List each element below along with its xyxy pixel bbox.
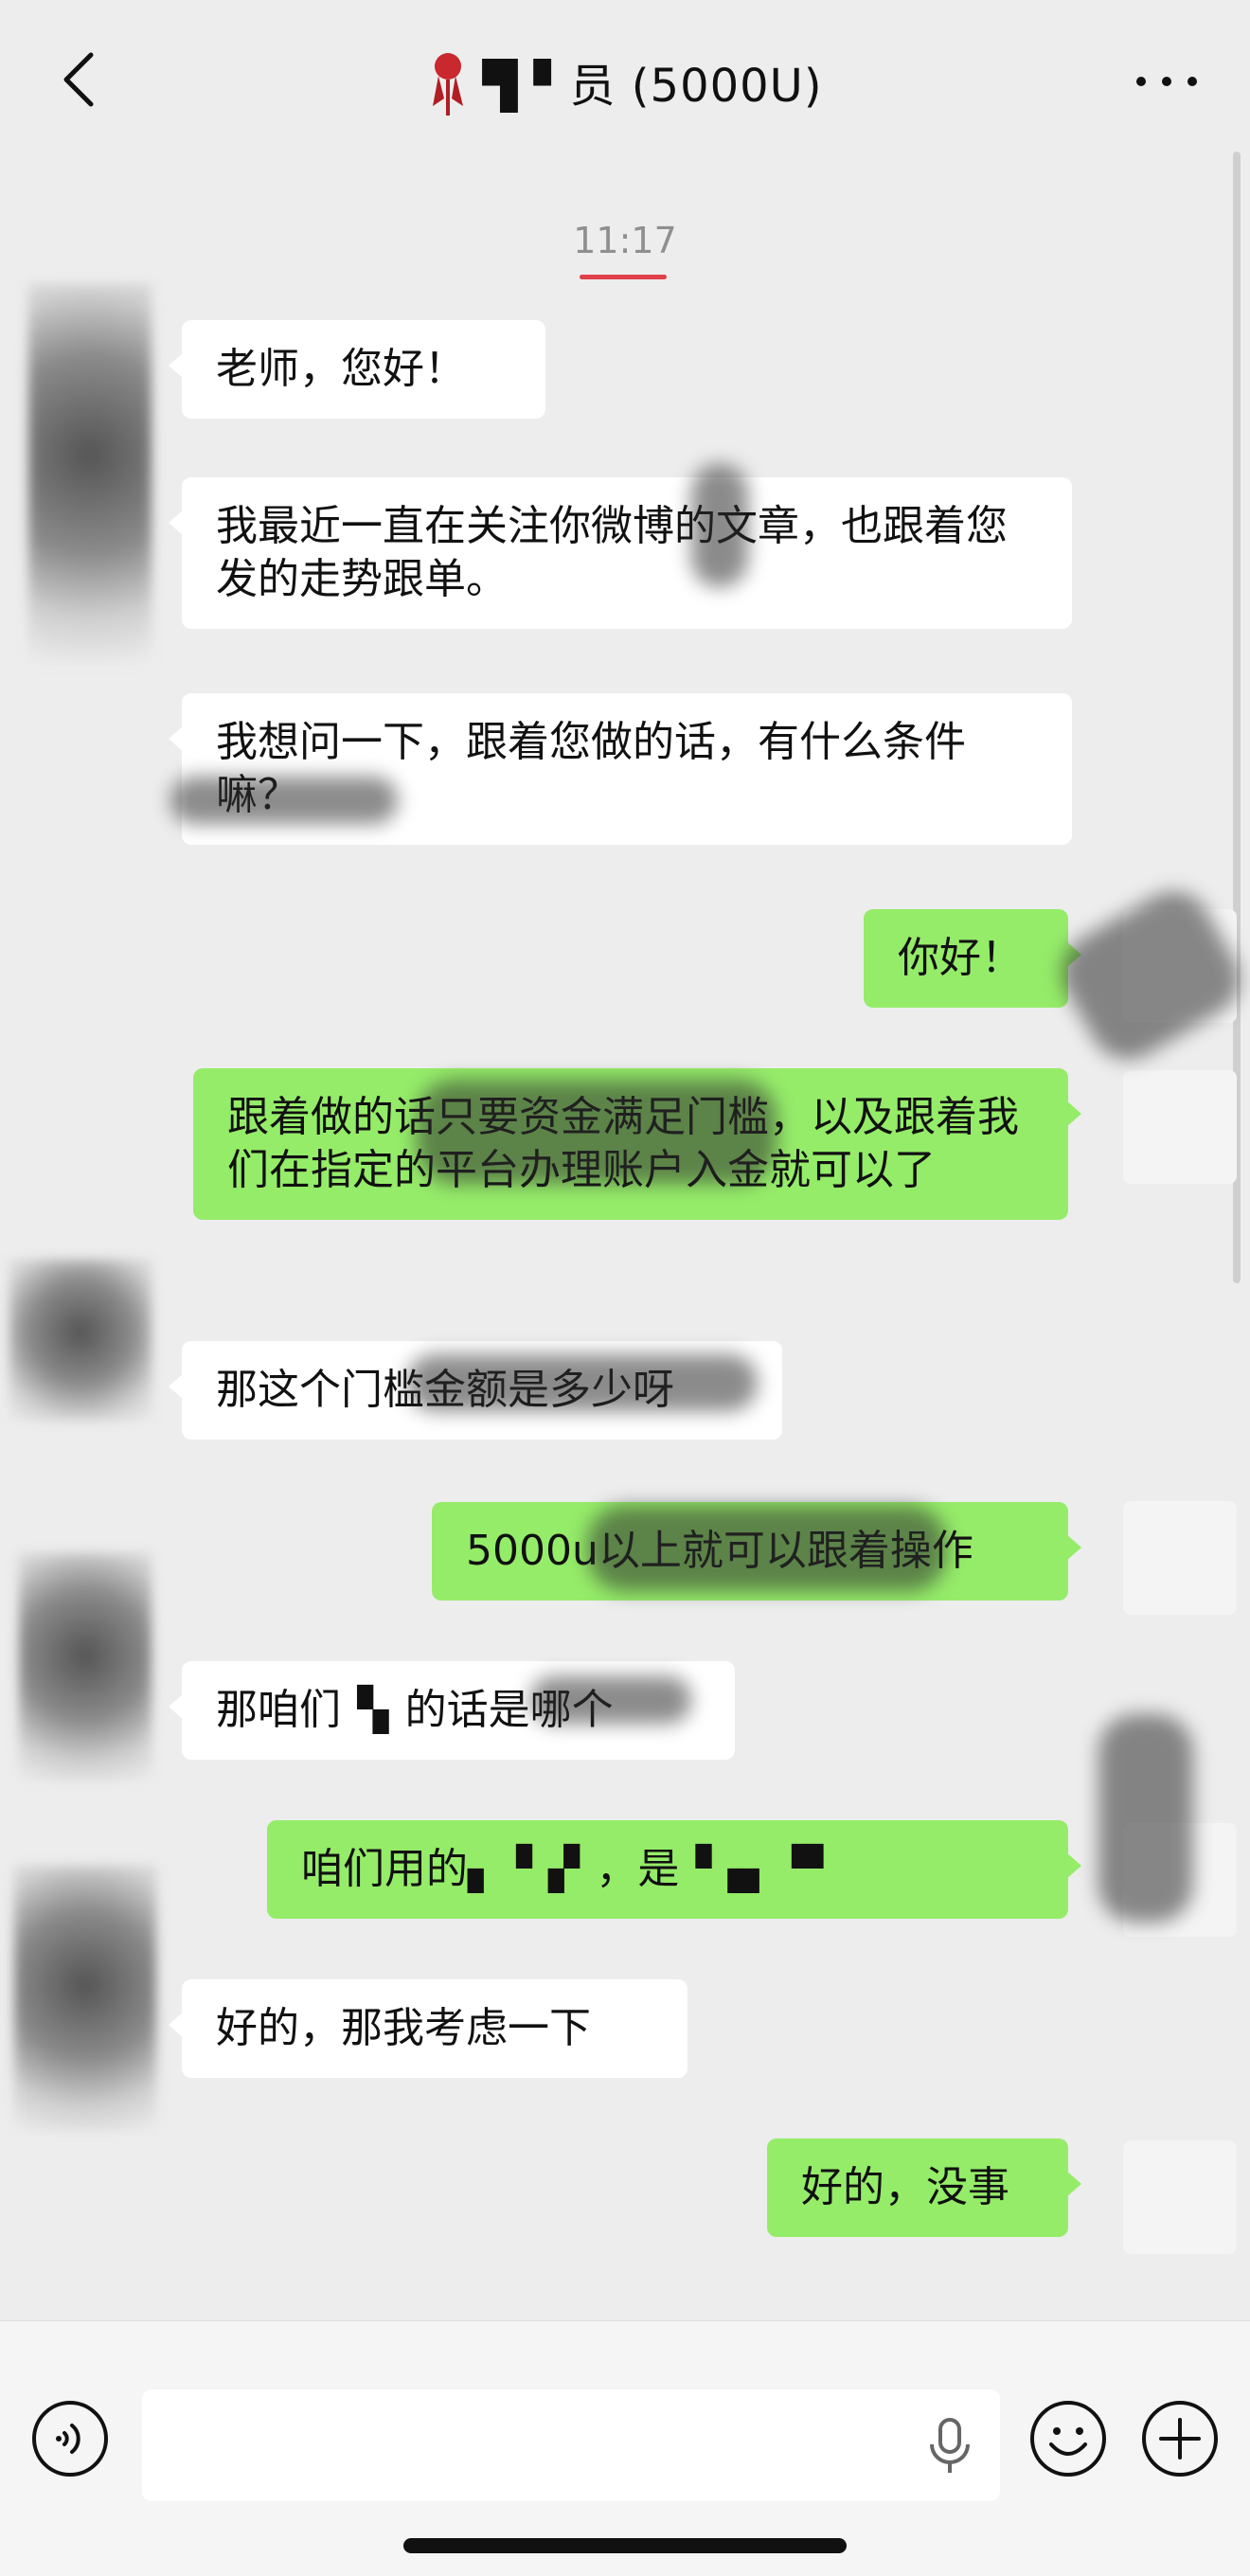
user-avatar[interactable] [1123, 1070, 1237, 1184]
redaction-smudge [170, 777, 398, 824]
contact-avatar[interactable] [28, 284, 152, 663]
user-avatar[interactable] [1123, 1501, 1237, 1615]
message-bubble-received[interactable]: 好的，那我考虑一下 [169, 1979, 688, 2078]
redaction-smudge [417, 1080, 777, 1184]
chat-header: ▜ ▘员 (5000U) [0, 0, 1250, 152]
timestamp-underline [580, 275, 667, 279]
chat-title: ▜ ▘员 (5000U) [482, 60, 823, 113]
microphone-icon[interactable] [924, 2416, 975, 2477]
message-bubble-received[interactable]: 我最近一直在关注你微博的文章，也跟着您发的走势跟单。 [169, 477, 1072, 629]
red-ribbon-icon [433, 53, 464, 116]
message-bubble-received[interactable]: 老师，您好！ [169, 320, 545, 419]
redaction-smudge [1047, 877, 1250, 1074]
contact-avatar[interactable] [9, 1260, 152, 1421]
chat-title-area: ▜ ▘员 (5000U) [0, 47, 1250, 116]
emoji-face-icon[interactable] [1028, 2399, 1108, 2478]
contact-avatar[interactable] [19, 1553, 152, 1780]
message-timestamp: 11:17 [573, 220, 677, 261]
user-avatar[interactable] [1123, 2140, 1237, 2254]
more-dots-icon[interactable] [1136, 63, 1197, 100]
home-indicator[interactable] [403, 2538, 847, 2553]
message-bubble-sent[interactable]: 你好！ [864, 909, 1081, 1008]
redaction-smudge [407, 1354, 758, 1411]
redaction-smudge [530, 1676, 691, 1724]
plus-circle-icon[interactable] [1140, 2399, 1220, 2478]
message-bubble-sent[interactable]: 好的，没事 [767, 2138, 1081, 2237]
voice-wave-icon[interactable] [30, 2399, 110, 2478]
redaction-smudge [691, 464, 748, 587]
message-bubble-sent[interactable]: 咱们用的▖▝▗▘，是▝▗▖▝▘ [267, 1820, 1081, 1919]
redaction-smudge [1098, 1714, 1193, 1923]
redaction-smudge [587, 1506, 947, 1591]
contact-avatar[interactable] [14, 1866, 156, 2131]
message-input[interactable] [142, 2389, 1000, 2501]
